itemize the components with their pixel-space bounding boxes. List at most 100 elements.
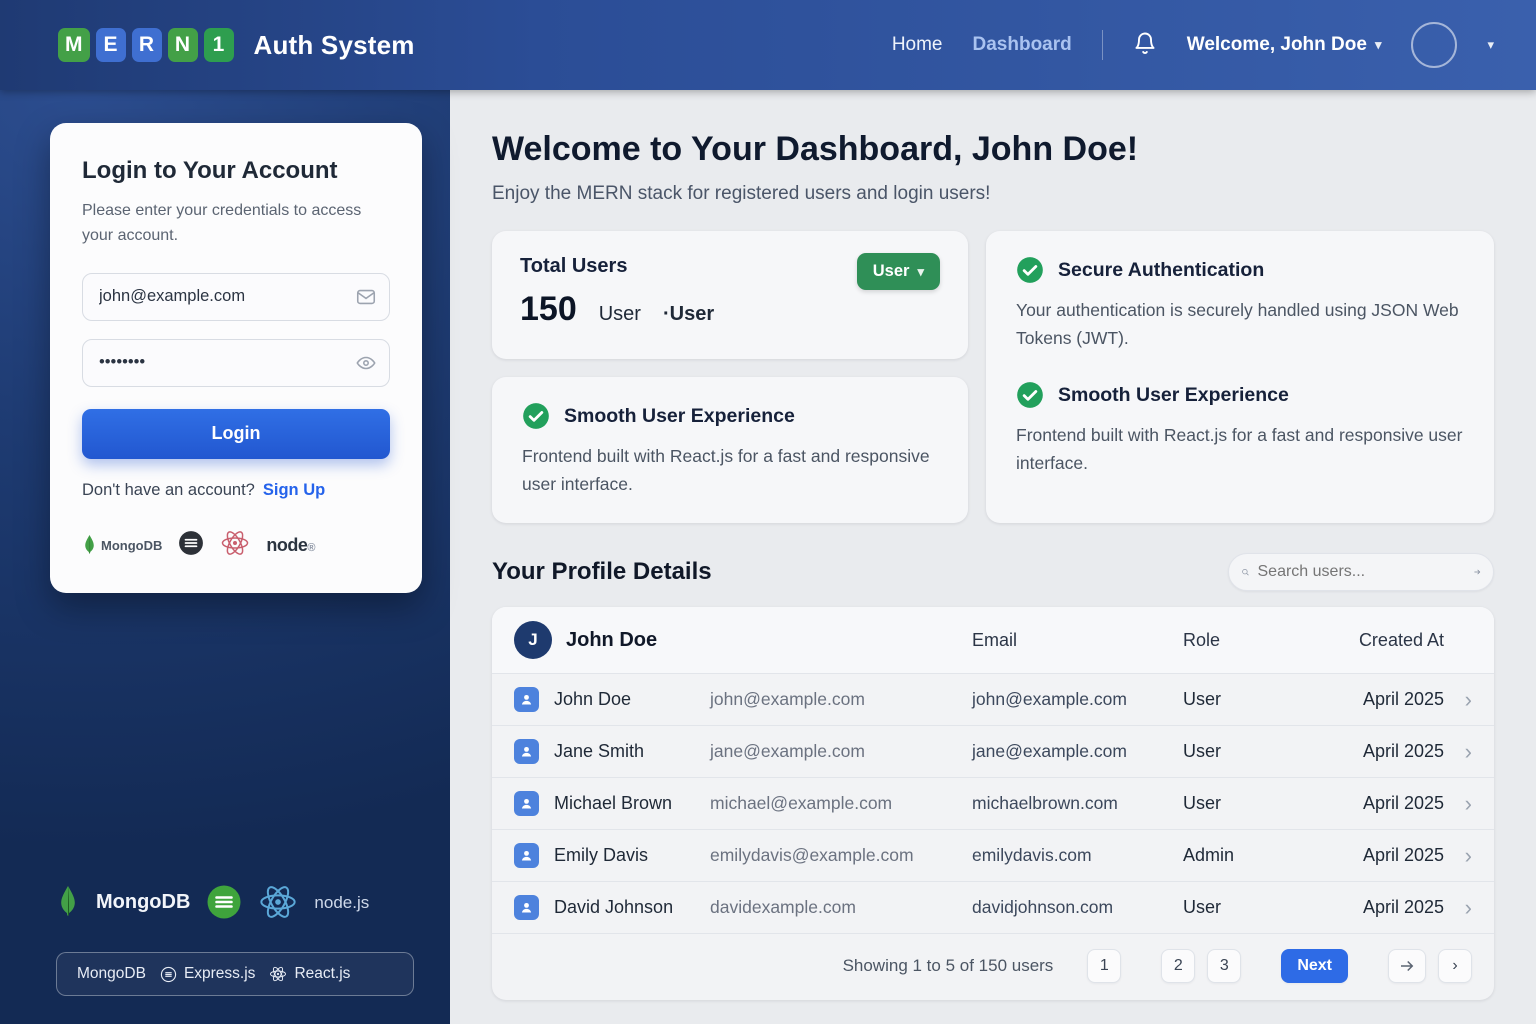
envelope-icon — [355, 286, 377, 308]
total-users-unit: User — [599, 303, 641, 326]
feature-card-smooth-ux: Smooth User Experience Frontend built wi… — [492, 377, 968, 523]
signup-link[interactable]: Sign Up — [263, 481, 325, 500]
table-row[interactable]: David Johnson davidexample.com davidjohn… — [492, 881, 1494, 933]
table-header: J John Doe Email Role Created At — [492, 607, 1494, 673]
signup-prompt: Don't have an account? — [82, 481, 255, 500]
feature-title: Secure Authentication — [1058, 259, 1264, 282]
user-filter-button[interactable]: User ▾ — [857, 253, 940, 290]
feature-text: Frontend built with React.js for a fast … — [522, 442, 938, 498]
chevron-down-icon: ▾ — [1375, 37, 1382, 53]
stack-logos: MongoDB node® — [82, 528, 390, 563]
check-circle-icon — [1016, 256, 1044, 284]
express-circle-icon — [160, 966, 177, 983]
feature-title: Smooth User Experience — [564, 405, 795, 428]
feature-text: Your authentication is securely handled … — [1016, 296, 1464, 352]
chevron-down-icon: ▾ — [917, 264, 924, 280]
welcome-text: Welcome, John Doe — [1187, 34, 1367, 56]
react-icon — [258, 882, 298, 922]
logo-tile-badge: 1 — [204, 28, 234, 62]
top-navbar: M E R N 1 Auth System Home Dashboard Wel… — [0, 0, 1536, 90]
tech-stack-bar: MongoDB Express.js React.js — [56, 952, 414, 996]
chevron-right-icon[interactable]: › — [1450, 689, 1472, 711]
table-footer: Showing 1 to 5 of 150 users 1 2 3 Next › — [492, 933, 1494, 1000]
node-logo: node® — [266, 535, 315, 556]
table-row[interactable]: Emily Davis emilydavis@example.com emily… — [492, 829, 1494, 881]
sidebar-stack-logos: MongoDB node.js — [56, 882, 369, 922]
search-input[interactable] — [1258, 563, 1465, 581]
main-content: Welcome to Your Dashboard, John Doe! Enj… — [450, 90, 1536, 1024]
tech-react: React.js — [269, 965, 350, 983]
feature-secure-auth: Secure Authentication Your authenticatio… — [986, 231, 1494, 377]
arrow-right-button[interactable] — [1388, 949, 1426, 983]
react-logo — [220, 528, 250, 563]
sidebar: Login to Your Account Please enter your … — [0, 90, 450, 1024]
user-menu[interactable]: Welcome, John Doe ▾ — [1187, 34, 1382, 56]
chevron-right-icon[interactable]: › — [1450, 845, 1472, 867]
col-created: Created At — [1304, 630, 1444, 651]
mongodb-logo: MongoDB — [82, 534, 162, 556]
check-circle-icon — [522, 402, 550, 430]
next-page-button[interactable]: Next — [1281, 949, 1348, 983]
chevron-right-icon[interactable]: › — [1450, 793, 1472, 815]
search-icon — [1241, 563, 1250, 581]
logo-tile-e: E — [96, 28, 126, 62]
total-users-card: Total Users User ▾ 150 User ·User — [492, 231, 968, 359]
eye-icon[interactable] — [355, 352, 377, 374]
page-title: Welcome to Your Dashboard, John Doe! — [492, 130, 1494, 169]
mongodb-leaf-icon — [56, 885, 80, 919]
tech-mongodb: MongoDB — [77, 965, 146, 983]
avatar[interactable] — [1411, 22, 1457, 68]
feature-title: Smooth User Experience — [1058, 384, 1289, 407]
page-button-1[interactable]: 1 — [1087, 949, 1121, 983]
feature-smooth-ux: Smooth User Experience Frontend built wi… — [986, 377, 1494, 502]
total-users-unit2: ·User — [663, 303, 714, 326]
pagination-summary: Showing 1 to 5 of 150 users — [843, 956, 1054, 976]
logo-tile-n: N — [168, 28, 198, 62]
express-icon — [206, 884, 242, 920]
table-user-name: John Doe — [566, 629, 657, 652]
person-icon — [514, 843, 539, 868]
table-row[interactable]: Michael Brown michael@example.com michae… — [492, 777, 1494, 829]
profile-section-title: Your Profile Details — [492, 558, 712, 586]
check-circle-icon — [1016, 381, 1044, 409]
col-email: Email — [972, 630, 1177, 651]
feature-text: Frontend built with React.js for a fast … — [1016, 421, 1464, 477]
avatar-chevron-down-icon[interactable]: ▾ — [1487, 37, 1494, 53]
express-logo — [178, 530, 204, 561]
person-icon — [514, 739, 539, 764]
app-title: Auth System — [254, 30, 415, 61]
chevron-right-icon[interactable]: › — [1450, 741, 1472, 763]
arrow-right-icon[interactable] — [1473, 563, 1482, 581]
logo-tile-r: R — [132, 28, 162, 62]
react-atom-icon — [269, 965, 287, 983]
bell-icon[interactable] — [1133, 30, 1157, 61]
mongodb-label: MongoDB — [96, 891, 190, 914]
password-field[interactable] — [82, 339, 390, 387]
table-row[interactable]: John Doe john@example.com john@example.c… — [492, 673, 1494, 725]
person-icon — [514, 687, 539, 712]
page-subtitle: Enjoy the MERN stack for registered user… — [492, 183, 1494, 205]
person-icon — [514, 895, 539, 920]
person-icon — [514, 791, 539, 816]
table-avatar: J — [514, 621, 552, 659]
col-role: Role — [1183, 630, 1298, 651]
logo-tile-m: M — [58, 28, 90, 62]
features-card: Secure Authentication Your authenticatio… — [986, 231, 1494, 523]
chevron-right-button[interactable]: › — [1438, 949, 1472, 983]
page-button-2[interactable]: 2 — [1161, 949, 1195, 983]
nav-divider — [1102, 30, 1103, 60]
node-js-label: node.js — [314, 890, 369, 914]
nav-link-home[interactable]: Home — [892, 34, 943, 56]
login-card: Login to Your Account Please enter your … — [50, 123, 422, 593]
tech-express: Express.js — [160, 965, 256, 983]
chevron-right-icon[interactable]: › — [1450, 897, 1472, 919]
nav-link-dashboard[interactable]: Dashboard — [973, 34, 1072, 56]
table-row[interactable]: Jane Smith jane@example.com jane@example… — [492, 725, 1494, 777]
mern-logo: M E R N 1 Auth System — [58, 28, 415, 62]
login-title: Login to Your Account — [82, 157, 390, 185]
users-table: J John Doe Email Role Created At John Do… — [492, 607, 1494, 1000]
login-button[interactable]: Login — [82, 409, 390, 459]
email-field[interactable] — [82, 273, 390, 321]
login-subtitle: Please enter your credentials to access … — [82, 199, 390, 249]
page-button-3[interactable]: 3 — [1207, 949, 1241, 983]
